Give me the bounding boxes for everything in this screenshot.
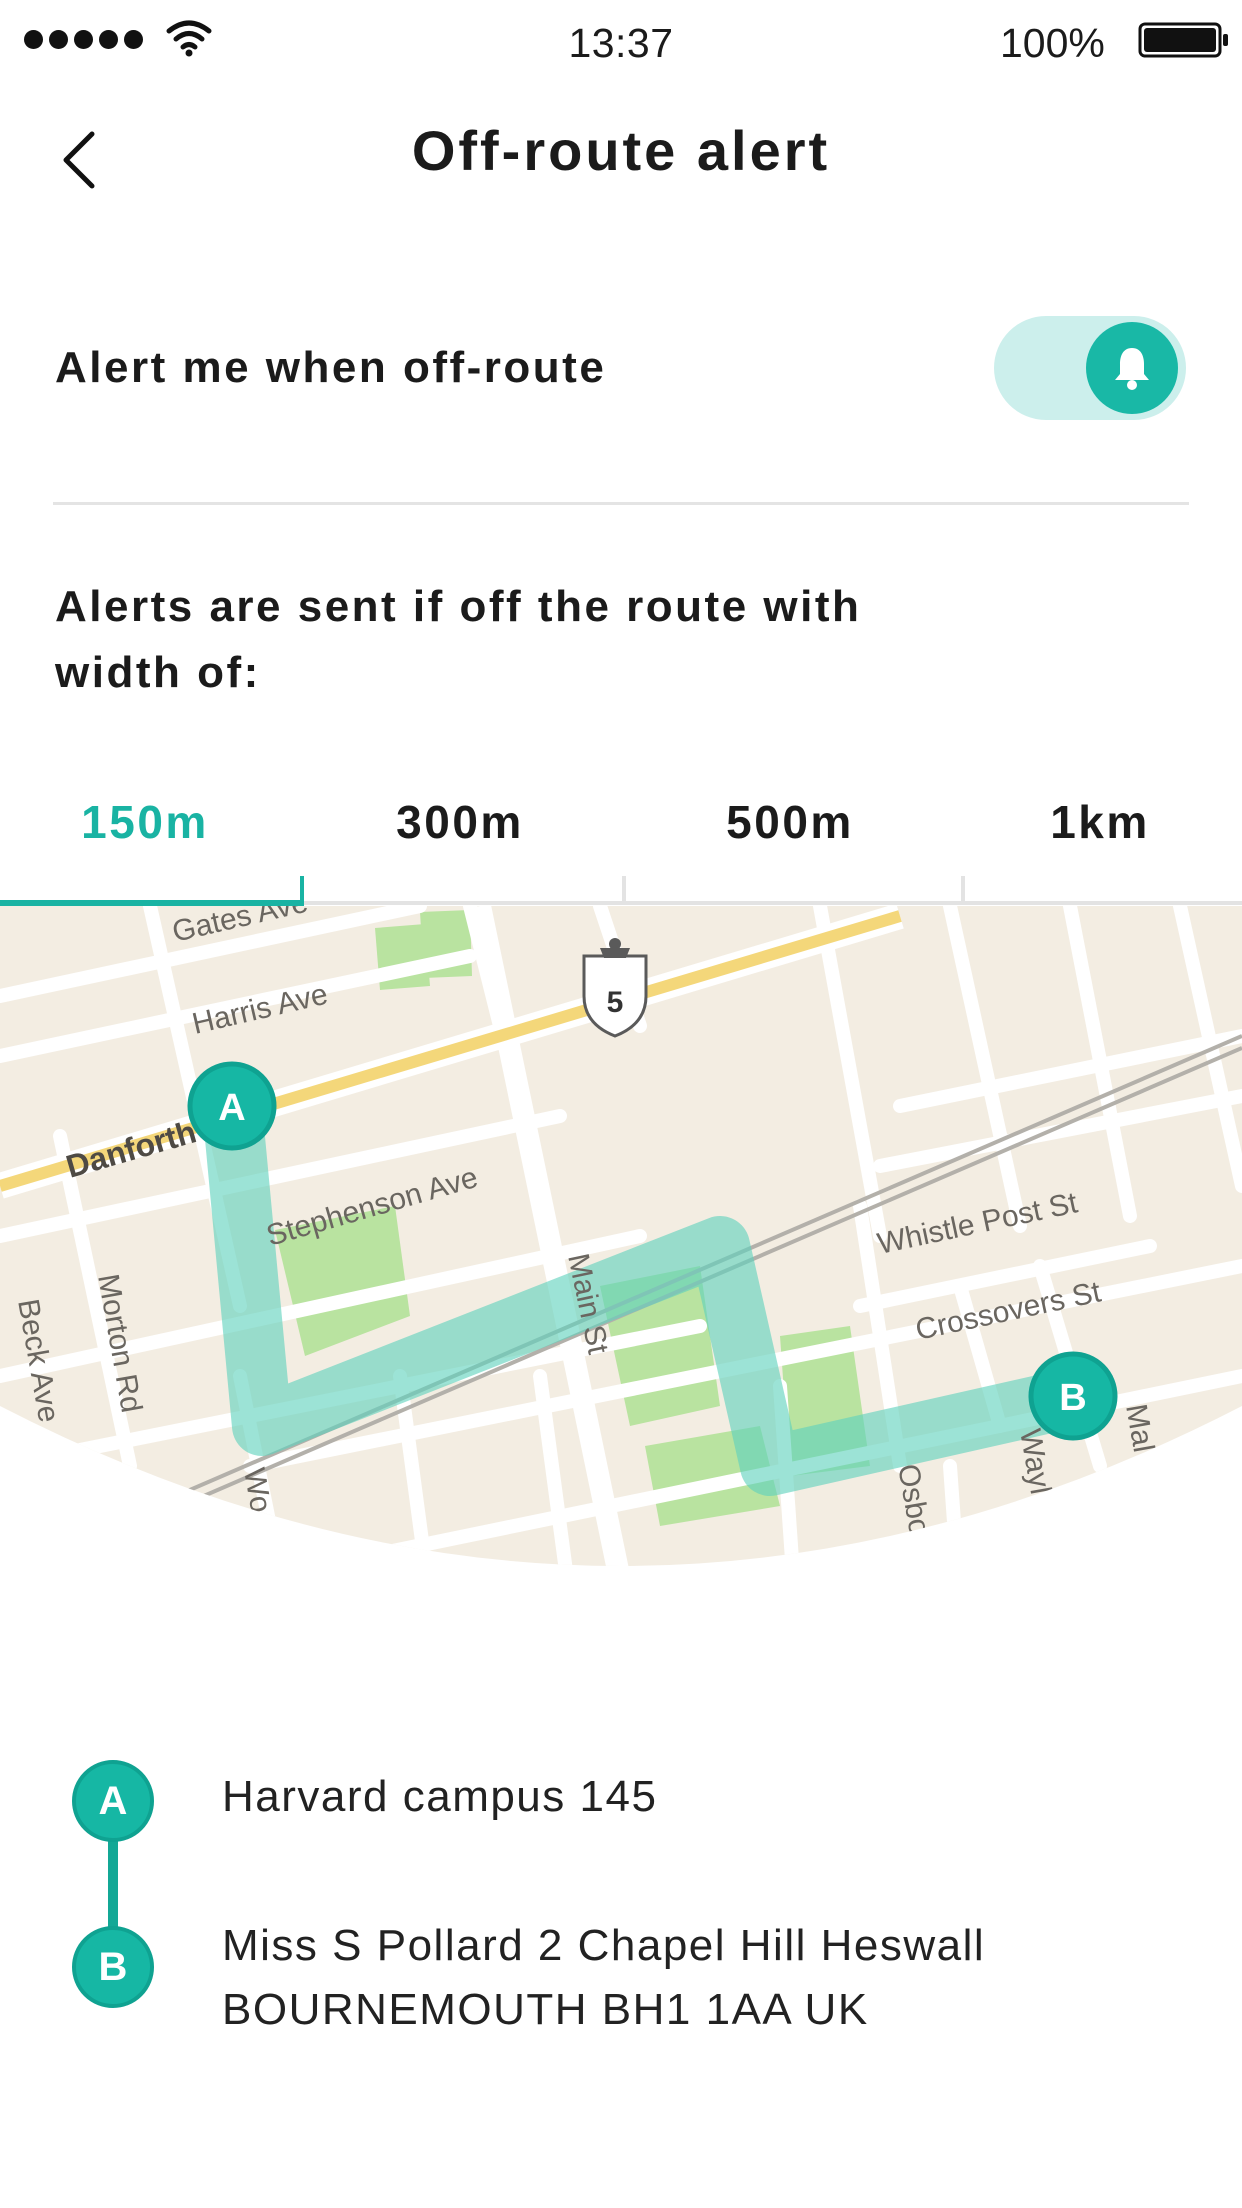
tab-150m[interactable]: 150m (40, 795, 250, 849)
route-map[interactable]: Gates Ave Harris Ave Danforth Ave Stephe… (0, 906, 1242, 1676)
start-pin-a: A (72, 1760, 154, 1842)
toggle-knob[interactable] (1086, 322, 1178, 414)
route-shield-number: 5 (607, 986, 624, 1019)
end-address-line1: Miss S Pollard 2 Chapel Hill Heswall (222, 1921, 986, 1970)
tab-tick (300, 876, 304, 904)
start-address: Harvard campus 145 (222, 1772, 658, 1821)
status-bar: 13:37 100% (0, 0, 1242, 90)
alert-toggle-label: Alert me when off-route (55, 343, 607, 392)
tab-tick (961, 876, 965, 904)
bell-icon (1115, 348, 1149, 390)
map-label-ende: Ende (525, 1589, 564, 1662)
map-pin-a[interactable]: A (187, 1061, 277, 1151)
end-address-line2: BOURNEMOUTH BH1 1AA UK (222, 1985, 869, 2034)
map-pin-b[interactable]: B (1028, 1351, 1118, 1441)
tab-500m[interactable]: 500m (680, 795, 900, 849)
page-title: Off-route alert (411, 119, 831, 182)
map-pin-b-label: B (1059, 1377, 1086, 1419)
map-pin-a-label: A (218, 1087, 245, 1129)
tab-tick (622, 876, 626, 904)
map-label-no: No (405, 1614, 441, 1655)
width-description: Alerts are sent if off the route with wi… (55, 582, 862, 697)
battery-icon (1138, 22, 1228, 58)
end-pin-b: B (72, 1926, 154, 2008)
end-address: Miss S Pollard 2 Chapel Hill Heswall BOU… (222, 1914, 985, 2042)
divider (53, 502, 1189, 505)
tab-1km[interactable]: 1km (1000, 795, 1200, 849)
battery-percent: 100% (1000, 20, 1105, 66)
tab-300m[interactable]: 300m (350, 795, 570, 849)
